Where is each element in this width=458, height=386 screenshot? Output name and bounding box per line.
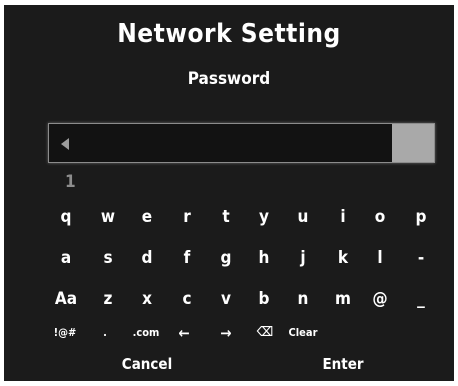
- key-clear[interactable]: Clear: [281, 320, 325, 346]
- cancel-button[interactable]: Cancel: [102, 355, 192, 373]
- enter-button[interactable]: Enter: [298, 355, 388, 373]
- key-x[interactable]: x: [125, 286, 169, 312]
- key-f[interactable]: f: [165, 245, 209, 271]
- key-z[interactable]: z: [86, 286, 130, 312]
- key-q[interactable]: q: [44, 204, 88, 230]
- network-setting-screen: Network Setting Password 1 qwertyuiopasd…: [4, 5, 454, 381]
- key-right-arrow[interactable]: →: [204, 320, 248, 346]
- key-y[interactable]: y: [242, 204, 286, 230]
- key-b[interactable]: b: [242, 286, 286, 312]
- key-l[interactable]: l: [358, 245, 402, 271]
- key-o[interactable]: o: [358, 204, 402, 230]
- key-e[interactable]: e: [125, 204, 169, 230]
- key-c[interactable]: c: [165, 286, 209, 312]
- key-r[interactable]: r: [165, 204, 209, 230]
- key-a[interactable]: a: [44, 245, 88, 271]
- key-j[interactable]: j: [281, 245, 325, 271]
- key-p[interactable]: p: [399, 204, 443, 230]
- key-d[interactable]: d: [125, 245, 169, 271]
- key-dot[interactable]: .: [83, 320, 127, 346]
- key-n[interactable]: n: [281, 286, 325, 312]
- key-w[interactable]: w: [86, 204, 130, 230]
- key-underscore[interactable]: _: [399, 286, 443, 312]
- key-shift[interactable]: Aa: [44, 286, 88, 312]
- on-screen-keyboard: q w e r t y u i o p a s d f g h j k l - Aa z x c v b n m @ _ !@#. .com ←…: [4, 5, 454, 381]
- key-u[interactable]: u: [281, 204, 325, 230]
- key-at[interactable]: @: [358, 286, 402, 312]
- key-symbols[interactable]: !@#: [43, 320, 87, 346]
- key-hyphen[interactable]: -: [399, 245, 443, 271]
- key-h[interactable]: h: [242, 245, 286, 271]
- key-left-arrow[interactable]: ←: [162, 320, 206, 346]
- key-s[interactable]: s: [86, 245, 130, 271]
